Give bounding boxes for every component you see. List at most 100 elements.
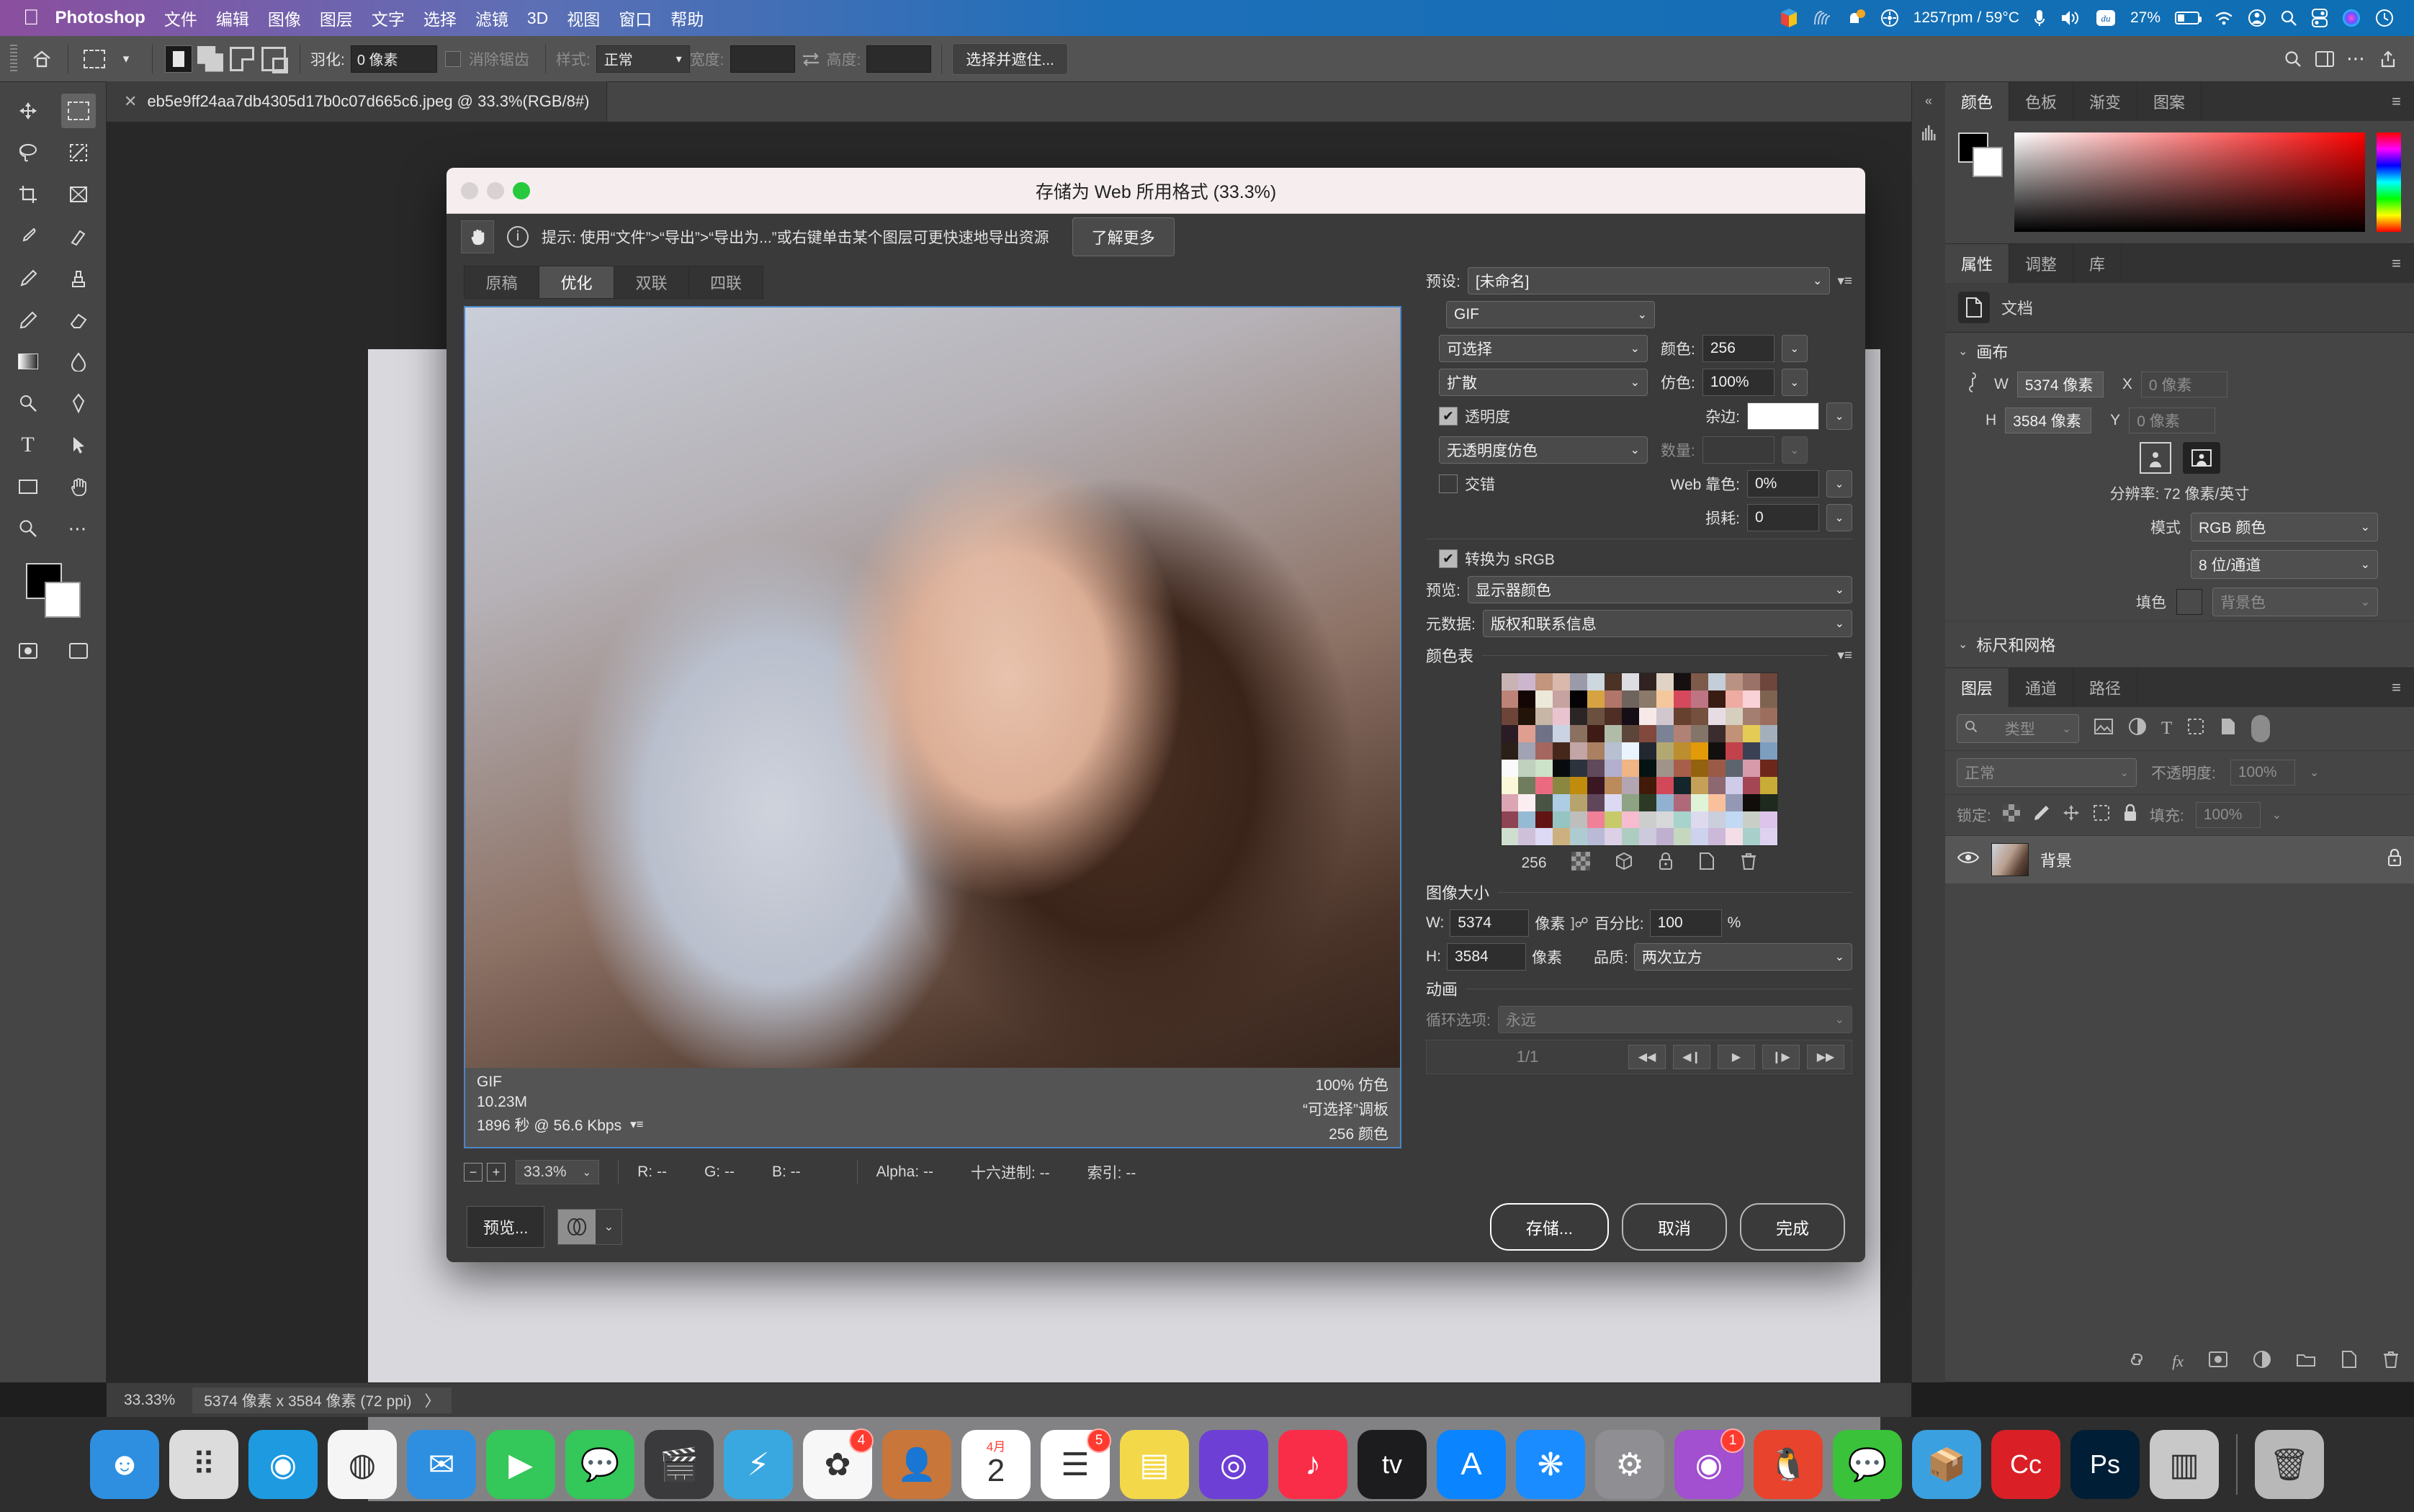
more-options-icon[interactable]: ⋯ (2341, 43, 2372, 75)
panel-menu-icon[interactable]: ▾≡ (630, 1117, 643, 1132)
tab-layers[interactable]: 图层 (1945, 668, 2009, 707)
tab-patterns[interactable]: 图案 (2137, 82, 2202, 121)
color-swatch[interactable] (1656, 828, 1674, 845)
color-swatch[interactable] (1760, 760, 1777, 777)
color-swatch[interactable] (1674, 673, 1691, 690)
color-swatch[interactable] (1570, 777, 1587, 794)
color-swatch[interactable] (1553, 777, 1570, 794)
style-dropdown[interactable]: 正常 ▾ (596, 45, 690, 73)
color-swatch[interactable] (1674, 690, 1691, 708)
loop-select[interactable]: 永远 ⌄ (1498, 1006, 1852, 1033)
battery-icon[interactable] (2175, 12, 2199, 24)
fill-pct-input[interactable]: 100% (2196, 802, 2261, 828)
color-swatch[interactable] (1726, 828, 1743, 845)
link-icon[interactable] (1967, 370, 1986, 399)
lock-transparency-icon[interactable] (2003, 804, 2020, 826)
color-swatch[interactable] (1691, 742, 1708, 760)
color-swatches[interactable] (26, 563, 81, 618)
gradient-tool-icon[interactable] (11, 344, 45, 379)
color-swatch[interactable] (1760, 690, 1777, 708)
color-swatch[interactable] (1639, 742, 1656, 760)
color-swatch[interactable] (1743, 708, 1760, 725)
menu-app-name[interactable]: Photoshop (55, 8, 145, 28)
color-swatch[interactable] (1605, 673, 1622, 690)
landscape-orientation-icon[interactable] (2183, 442, 2220, 474)
eraser-tool-icon[interactable] (61, 302, 96, 337)
fill-source-select[interactable]: 背景色 ⌄ (2212, 588, 2378, 616)
color-swatch[interactable] (1535, 794, 1553, 811)
dock-item-wechat[interactable]: 💬 (1833, 1430, 1902, 1499)
tab-optimized[interactable]: 优化 (539, 266, 614, 299)
tab-channels[interactable]: 通道 (2009, 668, 2073, 707)
dock-item-photoshop[interactable]: Ps (2070, 1430, 2140, 1499)
color-swatch[interactable] (1639, 725, 1656, 742)
height-input[interactable] (866, 45, 931, 73)
filter-toggle-icon[interactable] (2251, 715, 2270, 742)
color-swatch[interactable] (1518, 760, 1535, 777)
search-icon[interactable] (2280, 9, 2297, 27)
color-swatch[interactable] (1587, 708, 1605, 725)
color-swatch[interactable] (1570, 811, 1587, 829)
search-icon[interactable] (2277, 43, 2309, 75)
resample-quality-select[interactable]: 两次立方 ⌄ (1634, 943, 1852, 971)
color-swatch[interactable] (1518, 725, 1535, 742)
color-swatch[interactable] (1691, 725, 1708, 742)
dock-item-facetime[interactable]: ▶ (486, 1430, 555, 1499)
document-tab[interactable]: ✕ eb5e9ff24aa7db4305d17b0c07d665c6.jpeg … (107, 81, 607, 122)
dock-item-reminders[interactable]: ☰5 (1041, 1430, 1110, 1499)
color-swatch[interactable] (1535, 673, 1553, 690)
color-swatch[interactable] (1639, 794, 1656, 811)
color-swatch[interactable] (1743, 760, 1760, 777)
marquee-tool-icon[interactable] (78, 43, 110, 75)
tab-4-up[interactable]: 四联 (688, 266, 763, 299)
new-color-icon[interactable] (1698, 852, 1715, 875)
menu-item-file[interactable]: 文件 (164, 6, 197, 30)
color-swatch[interactable] (1605, 708, 1622, 725)
clone-stamp-tool-icon[interactable] (61, 261, 96, 295)
learn-more-button[interactable]: 了解更多 (1072, 217, 1175, 256)
dock-item-safari[interactable]: ◉ (248, 1430, 318, 1499)
type-tool-icon[interactable]: T (11, 428, 45, 462)
layer-filter-select[interactable]: 类型 ⌄ (1957, 714, 2079, 743)
fan-icon[interactable] (1880, 9, 1899, 27)
menu-item-edit[interactable]: 编辑 (216, 6, 249, 30)
panel-menu-icon[interactable]: ≡ (2379, 82, 2414, 121)
color-swatch[interactable] (1605, 811, 1622, 829)
color-swatch[interactable] (1587, 742, 1605, 760)
image-preview[interactable]: GIF 10.23M 1896 秒 @ 56.6 Kbps ▾≡ 100% 仿色… (464, 306, 1401, 1148)
last-frame-icon[interactable]: ▶▶ (1807, 1045, 1844, 1069)
lossy-stepper[interactable]: ⌄ (1826, 504, 1852, 531)
color-swatch[interactable] (1622, 690, 1639, 708)
color-swatch[interactable] (1691, 828, 1708, 845)
tab-swatches[interactable]: 色板 (2009, 82, 2073, 121)
lock-icon[interactable] (1658, 852, 1674, 875)
adjustment-filter-icon[interactable] (2128, 717, 2147, 740)
add-selection-button[interactable] (194, 43, 226, 75)
dock-item-calendar[interactable]: 4月2 (961, 1430, 1031, 1499)
color-swatch[interactable] (1553, 725, 1570, 742)
chevron-down-icon[interactable]: ⌄ (2310, 765, 2319, 780)
adjustment-icon[interactable] (2253, 1350, 2271, 1373)
color-swatch[interactable] (1518, 673, 1535, 690)
color-swatch[interactable] (1502, 708, 1519, 725)
mask-icon[interactable] (2208, 1351, 2228, 1372)
canvas-x-input[interactable]: 0 像素 (2141, 372, 2227, 397)
rulers-section-header[interactable]: ⌄ 标尺和网格 (1945, 621, 2414, 667)
color-swatch[interactable] (1708, 777, 1726, 794)
dialog-titlebar[interactable]: 存储为 Web 所用格式 (33.3%) (447, 168, 1865, 214)
dock-item-contacts[interactable]: 👤 (882, 1430, 951, 1499)
histogram-icon[interactable] (1921, 123, 1937, 145)
preset-select[interactable]: [未命名] ⌄ (1468, 267, 1831, 294)
preview-mode-select[interactable]: 显示器颜色 ⌄ (1468, 576, 1852, 603)
pen-tool-icon[interactable] (61, 386, 96, 420)
color-swatch[interactable] (1656, 742, 1674, 760)
color-swatch[interactable] (1691, 777, 1708, 794)
lossy-input[interactable]: 0 (1747, 504, 1819, 531)
color-swatch[interactable] (1691, 673, 1708, 690)
new-layer-icon[interactable] (2341, 1350, 2358, 1373)
layer-thumbnail[interactable] (1991, 843, 2029, 876)
color-swatch[interactable] (1587, 777, 1605, 794)
apple-icon[interactable]:  (23, 7, 40, 29)
color-swatch[interactable] (1656, 708, 1674, 725)
color-swatch[interactable] (1708, 673, 1726, 690)
